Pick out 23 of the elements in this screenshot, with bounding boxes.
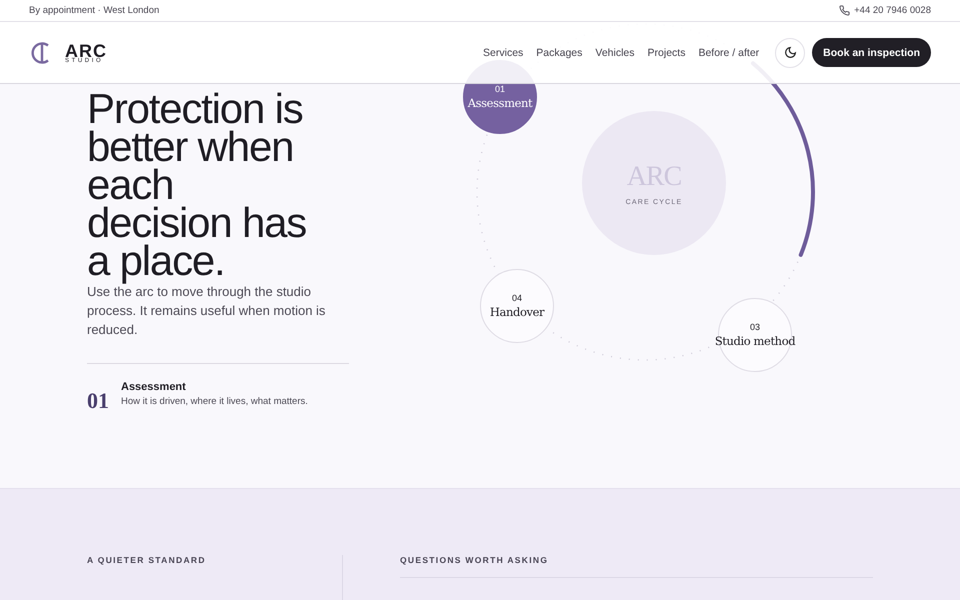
step-label: Handover bbox=[490, 305, 544, 319]
nav-link[interactable]: Vehicles bbox=[595, 46, 635, 58]
section-label: A QUIETER STANDARD bbox=[87, 555, 206, 565]
step-number: 03 bbox=[750, 322, 760, 332]
cycle-step-node[interactable]: 04 Handover bbox=[480, 269, 554, 343]
step-label: Assessment bbox=[468, 96, 532, 110]
step-description: How it is driven, where it lives, what matters. bbox=[121, 396, 308, 407]
nav-link[interactable]: Before / after bbox=[698, 46, 760, 58]
section-label: QUESTIONS WORTH ASKING bbox=[400, 555, 873, 578]
nav-link[interactable]: Services bbox=[483, 46, 524, 58]
moon-icon bbox=[784, 46, 797, 59]
book-inspection-button[interactable]: Book an inspection bbox=[812, 38, 931, 67]
step-number: 04 bbox=[512, 293, 522, 303]
phone-icon bbox=[839, 5, 850, 16]
nav-link[interactable]: Packages bbox=[536, 46, 582, 58]
phone-number[interactable]: +44 20 7946 0028 bbox=[854, 5, 931, 16]
step-title: Assessment bbox=[121, 381, 187, 393]
nav-link[interactable]: Projects bbox=[648, 46, 686, 58]
theme-toggle-button[interactable] bbox=[775, 38, 806, 68]
location-text: By appointment · West London bbox=[29, 5, 160, 16]
hero-intro: Use the arc to move through the studio process. It remains useful when motion is reduced. bbox=[87, 284, 326, 339]
step-number: 01 bbox=[87, 388, 109, 414]
step-number: 01 bbox=[494, 84, 505, 94]
